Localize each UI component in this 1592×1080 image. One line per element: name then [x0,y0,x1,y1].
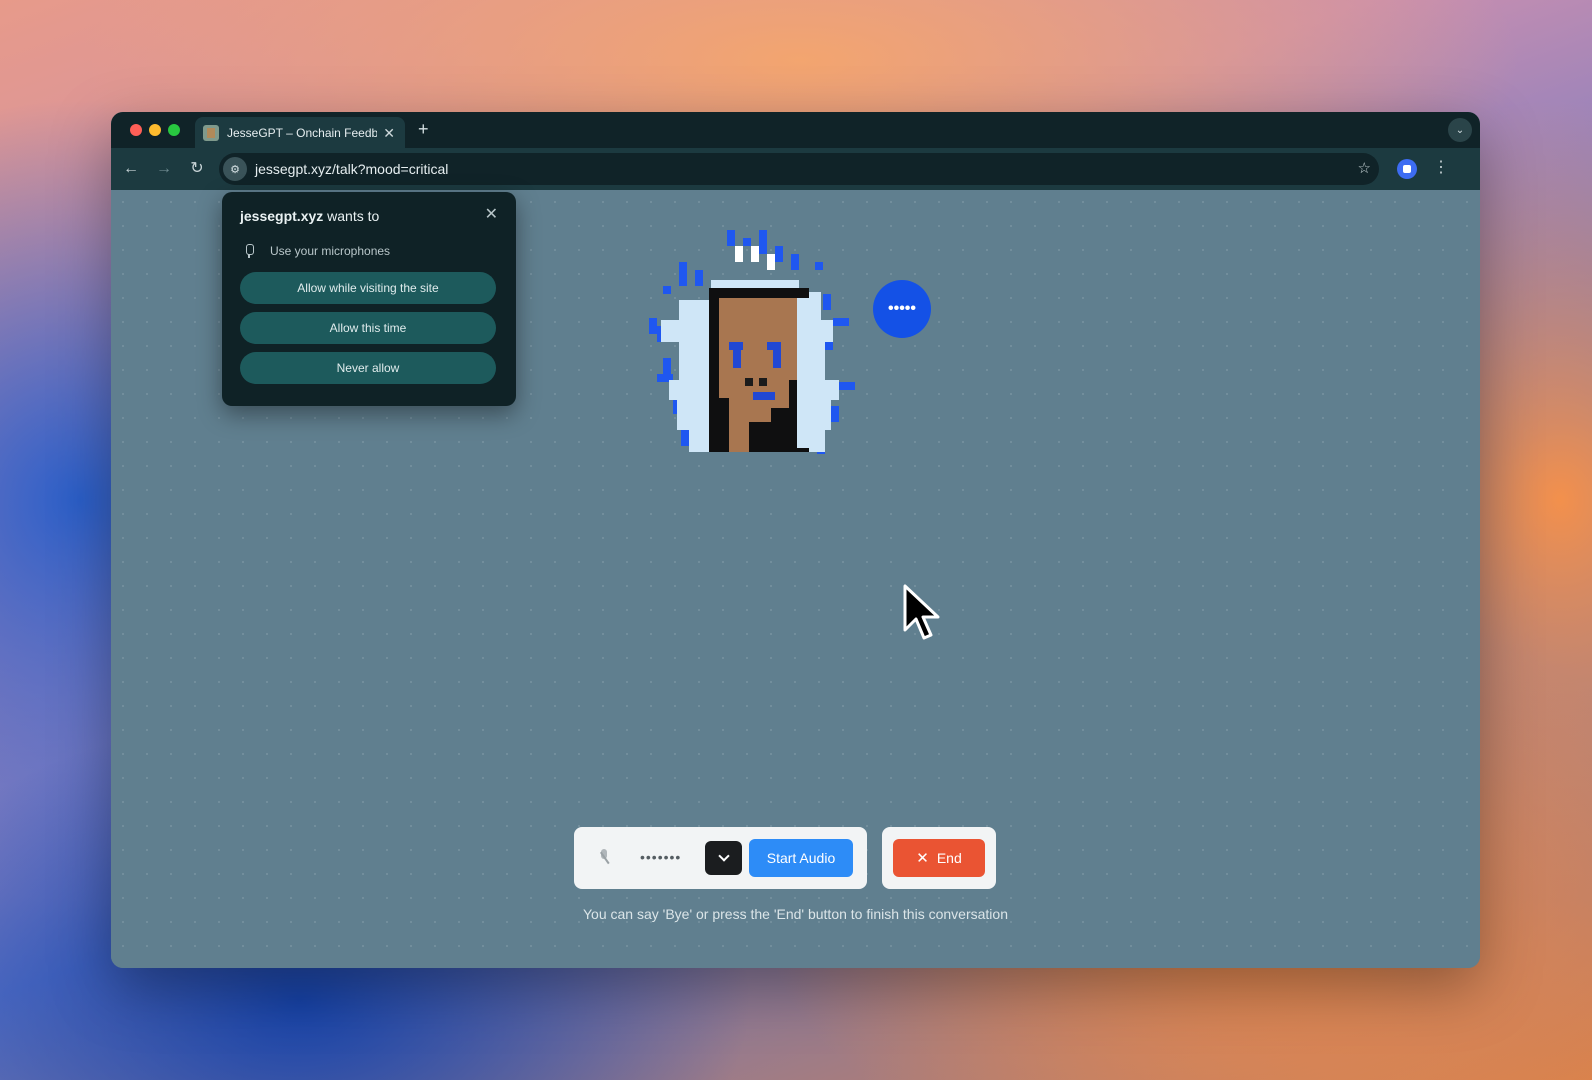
audio-control-panel: ••••••• Start Audio [574,827,867,889]
browser-toolbar: ← → ↻ ⚙ jessegpt.xyz/talk?mood=critical … [111,148,1480,190]
minimize-window-button[interactable] [149,124,161,136]
permission-row: Use your microphones [240,244,498,258]
extension-icon[interactable] [1397,159,1417,179]
tune-icon: ⚙ [230,163,240,176]
zoom-window-button[interactable] [168,124,180,136]
permission-site: jessegpt.xyz [240,208,324,224]
mouse-cursor-icon [903,584,940,640]
permission-label: Use your microphones [270,244,391,258]
end-button[interactable]: ✕ End [893,839,985,877]
browser-tab[interactable]: JesseGPT – Onchain Feedback ✕ [195,117,405,148]
chevron-down-icon [717,850,730,862]
forward-button[interactable]: → [154,159,174,179]
permission-title: jessegpt.xyz wants to [240,208,498,224]
site-info-button[interactable]: ⚙ [223,157,247,181]
tab-close-icon[interactable]: ✕ [383,126,395,140]
microphone-muted-icon [598,849,610,867]
audio-device-dropdown[interactable] [705,841,742,875]
hint-text: You can say 'Bye' or press the 'End' but… [583,906,1008,922]
reload-button[interactable]: ↻ [187,159,207,179]
tab-title: JesseGPT – Onchain Feedback [227,125,378,140]
avatar-image [649,230,855,454]
favicon-icon [203,124,219,141]
end-panel: ✕ End [882,827,996,889]
end-button-label: End [936,850,962,866]
microphone-icon [244,244,254,258]
address-bar[interactable]: ⚙ jessegpt.xyz/talk?mood=critical ☆ [219,153,1379,185]
start-audio-button[interactable]: Start Audio [749,839,853,877]
allow-while-visiting-button[interactable]: Allow while visiting the site [240,272,496,304]
back-button[interactable]: ← [121,159,141,179]
pixel-avatar [649,230,859,465]
permission-wants-to: wants to [323,208,380,224]
speaking-indicator: ••••• [873,280,931,338]
new-tab-button[interactable]: + [418,119,429,139]
tab-bar: JesseGPT – Onchain Feedback ✕ + ⌄ [111,112,1480,148]
allow-this-time-button[interactable]: Allow this time [240,312,496,344]
browser-window: JesseGPT – Onchain Feedback ✕ + ⌄ ← → ↻ … [111,112,1480,968]
chevron-down-icon: ⌄ [1455,124,1465,136]
never-allow-button[interactable]: Never allow [240,352,496,384]
bookmark-star-icon[interactable]: ☆ [1358,160,1371,178]
close-window-button[interactable] [130,124,142,136]
page-content: ••••• jessegpt.xyz wants to ✕ Use your m… [111,190,1480,968]
permission-close-icon[interactable]: ✕ [485,206,498,224]
tab-search-button[interactable]: ⌄ [1448,118,1472,142]
mic-level-indicator: ••••••• [640,849,682,865]
browser-menu-icon[interactable]: ⋮ [1433,158,1449,178]
close-icon: ✕ [916,850,929,867]
permission-prompt: jessegpt.xyz wants to ✕ Use your microph… [222,192,516,406]
url-text[interactable]: jessegpt.xyz/talk?mood=critical [255,161,448,177]
